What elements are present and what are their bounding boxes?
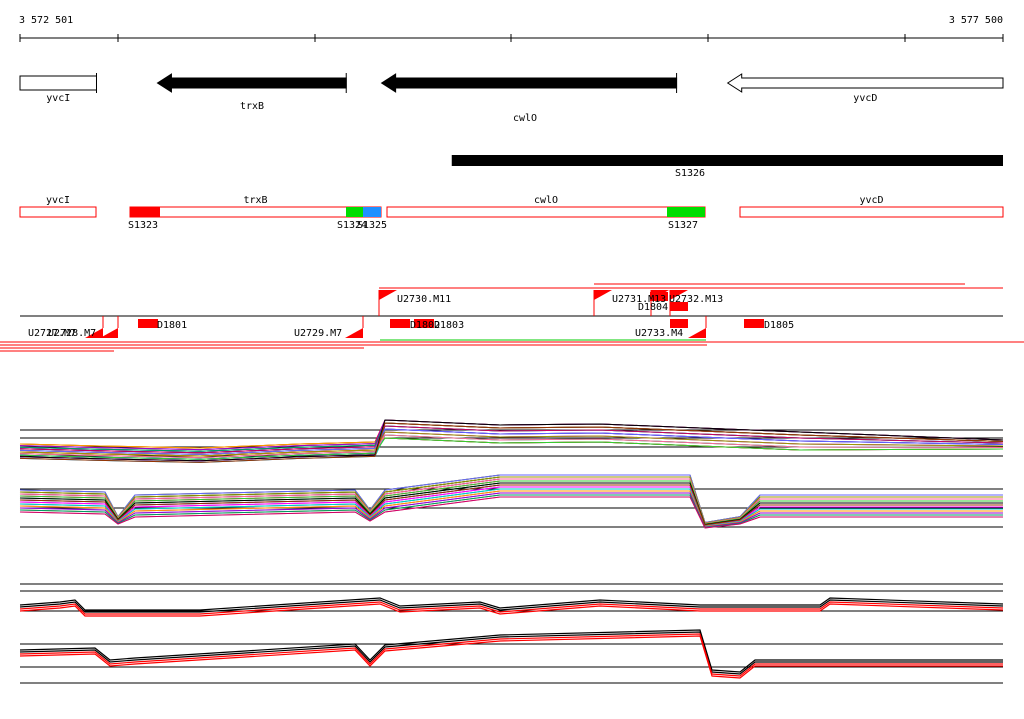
segment-track: yvcI trxB cwlO yvcDS1323 S1324S1325 S1327 — [19, 195, 1004, 231]
summary-trace — [19, 635, 1003, 679]
gene-track: yvcI trxB cwlO yvcD — [19, 73, 1004, 124]
feature-lower-label: D1803 — [434, 320, 464, 331]
gene-label-trxB: trxB — [240, 101, 264, 112]
segment-marker-S1325 — [363, 207, 381, 217]
summary-trace — [19, 597, 1004, 611]
feature-red-block — [670, 319, 688, 328]
segment-box-cwlO — [386, 206, 706, 218]
segment-marker-S1324 — [346, 207, 363, 217]
segment-box-yvcD — [739, 206, 1004, 218]
gene-label-yvcD: yvcD — [853, 93, 877, 104]
feature-red-block — [744, 319, 764, 328]
segment-box-trxB — [129, 206, 382, 218]
segment-box-yvcI — [19, 206, 97, 218]
feature-upper-label: D1804 — [638, 302, 668, 313]
feature-flag — [345, 328, 363, 338]
gene-arrow-yvcD — [726, 73, 1004, 93]
expression-trace — [19, 419, 1004, 462]
gene-arrow-cwlO — [380, 73, 678, 93]
feature-track: U2730.M11 U2731.M13 U2732.M13D1804U2727.M7… — [0, 283, 1024, 352]
feature-upper-label: U2732.M13 — [669, 294, 723, 305]
expression-panel-multi — [19, 419, 1004, 529]
genome-track-canvas: 3 572 501 3 577 500 yvcI trxB cwlO yvcD S13… — [0, 15, 1024, 684]
transcript-label: S1326 — [675, 168, 705, 179]
gene-arrow-yvcI — [19, 75, 97, 91]
feature-upper-label: U2730.M11 — [397, 294, 451, 305]
feature-lower-label: D1805 — [764, 320, 794, 331]
ruler-end-label: 3 577 500 — [949, 15, 1003, 26]
segment-marker-label-S1325: S1325 — [357, 220, 387, 231]
feature-red-block — [390, 319, 410, 328]
feature-red-block — [138, 319, 158, 328]
genome-browser-view: 3 572 501 3 577 500 yvcI trxB cwlO yvcD S13… — [0, 0, 1024, 714]
segment-label-yvcD: yvcD — [859, 195, 883, 206]
ruler-start-label: 3 572 501 — [19, 15, 73, 26]
gene-label-yvcI: yvcI — [46, 93, 70, 104]
segment-marker-S1323 — [130, 207, 160, 217]
feature-lower-label: D1801 — [157, 320, 187, 331]
gene-label-cwlO: cwlO — [513, 113, 537, 124]
expression-panel-summary — [19, 583, 1004, 684]
segment-marker-S1327 — [667, 207, 705, 217]
feature-lower-label: U2729.M7 — [294, 328, 342, 339]
transcript-track: S1326 — [451, 155, 1003, 179]
segment-marker-label-S1323: S1323 — [128, 220, 158, 231]
feature-flag — [379, 290, 397, 300]
feature-flag — [688, 328, 706, 338]
feature-flag — [594, 290, 612, 300]
segment-label-cwlO: cwlO — [534, 195, 558, 206]
feature-lower-label: U2733.M4 — [635, 328, 683, 339]
segment-label-yvcI: yvcI — [46, 195, 70, 206]
feature-lower-label: U2728.M7 — [48, 328, 96, 339]
segment-marker-label-S1327: S1327 — [668, 220, 698, 231]
segment-label-trxB: trxB — [243, 195, 267, 206]
gene-arrow-trxB — [156, 73, 347, 93]
transcript-bar — [451, 155, 1003, 166]
